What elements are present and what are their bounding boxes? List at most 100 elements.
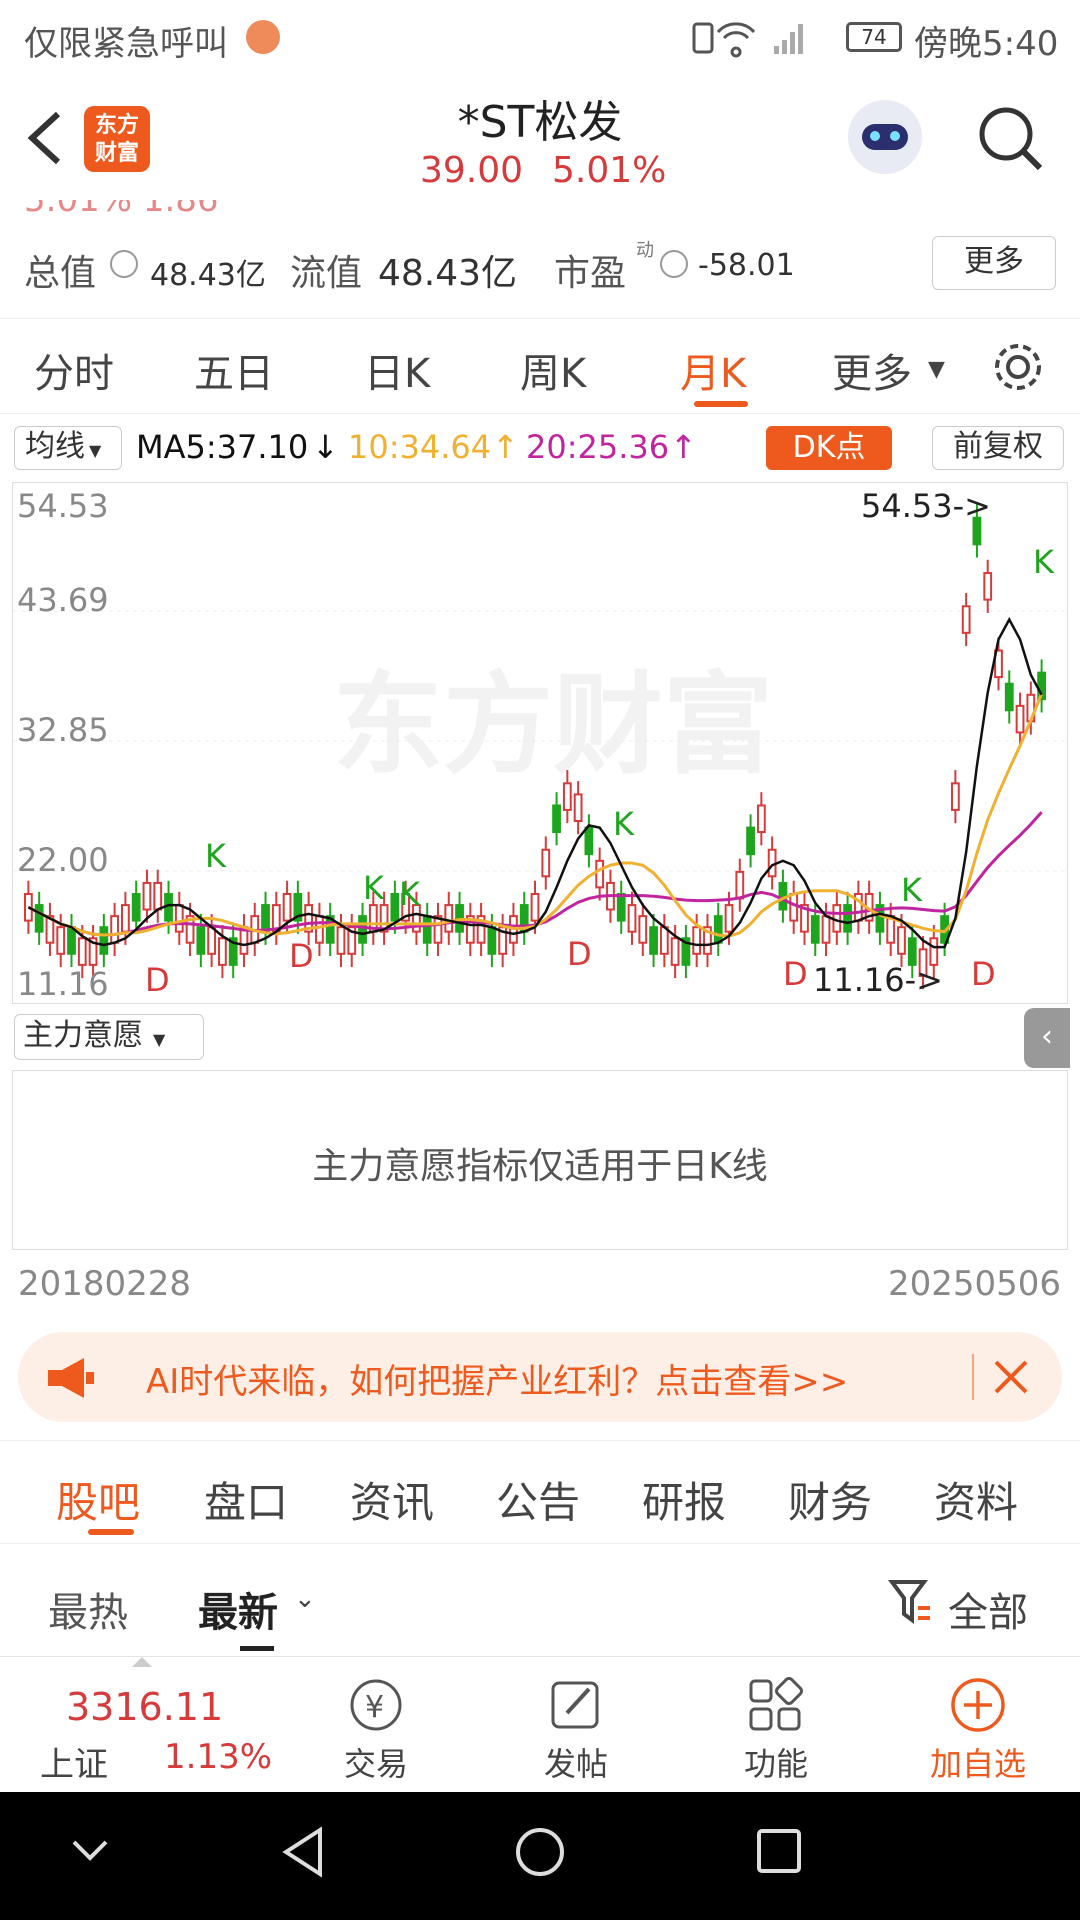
tab-more[interactable]: 更多 [832, 341, 912, 399]
candle [131, 893, 141, 922]
chart-controls: 均线 ▼ MA5:37.10 ↓ 10:34.64 ↑ 20:25.36 ↑ DK… [0, 420, 1080, 480]
stock-change-pct: 5.01% [552, 150, 667, 191]
logo-line2: 财富 [94, 141, 139, 166]
gear-icon[interactable] [990, 339, 1046, 395]
chevron-down-icon[interactable] [70, 1836, 110, 1866]
carrier-text: 仅限紧急呼叫 [24, 24, 228, 64]
add-watchlist-button[interactable]: 加自选 [878, 1657, 1078, 1793]
candle [746, 826, 755, 856]
filter-icon[interactable] [888, 1578, 934, 1626]
tab-finance[interactable]: 财务 [788, 1469, 872, 1530]
candle [282, 893, 292, 922]
home-circle-icon[interactable] [512, 1824, 568, 1880]
tab-day-k[interactable]: 日K [364, 341, 430, 399]
pe-value: -58.01 [698, 248, 795, 283]
tab-profile[interactable]: 资料 [934, 1469, 1018, 1530]
candle [56, 926, 66, 955]
tab-week-k[interactable]: 周K [520, 341, 586, 399]
candle [810, 915, 820, 944]
robot-assistant-icon[interactable] [848, 100, 922, 174]
tab-month-k[interactable]: 月K [680, 341, 746, 399]
edit-icon [551, 1681, 599, 1729]
candle [616, 893, 626, 922]
tab-news[interactable]: 资讯 [350, 1469, 434, 1530]
candle [121, 904, 130, 933]
ma5-value: MA5:37.10 [136, 428, 309, 466]
add-watchlist-label: 加自选 [929, 1745, 1026, 1783]
post-button[interactable]: 发帖 [476, 1657, 676, 1793]
ma-select-label: 均线 [25, 429, 85, 464]
functions-button[interactable]: 功能 [676, 1657, 876, 1793]
x-start-date: 20180228 [18, 1264, 192, 1304]
add-circle-icon [951, 1678, 1005, 1732]
caret-down-icon: ▼ [928, 357, 945, 382]
banner-text: AI时代来临，如何把握产业红利？点击查看>> [146, 1362, 849, 1402]
svg-text:¥: ¥ [365, 1690, 384, 1725]
tab-five-day[interactable]: 五日 [194, 341, 274, 399]
y-tick-label: 43.69 [17, 581, 109, 619]
kline-chart[interactable]: 东方财富 54.53 43.69 32.85 22.00 11.16 54.53… [12, 482, 1068, 1004]
x-end-date: 20250506 [888, 1264, 1062, 1304]
sort-hot[interactable]: 最热 [48, 1580, 128, 1638]
adjust-price-button[interactable]: 前复权 [932, 426, 1064, 470]
app-logo[interactable]: 东方 财富 [84, 106, 150, 172]
sort-latest[interactable]: 最新 [198, 1580, 278, 1638]
ma-select[interactable]: 均线 ▼ [14, 426, 122, 470]
candle [573, 793, 583, 822]
tab-quotes[interactable]: 盘口 [204, 1469, 288, 1530]
caret-down-icon: ▼ [89, 441, 102, 460]
candle [897, 926, 906, 955]
recents-square-icon[interactable] [754, 1826, 804, 1876]
post-label: 发帖 [543, 1745, 608, 1783]
close-icon[interactable] [992, 1358, 1030, 1396]
chevron-down-icon: ⌄ [294, 1584, 316, 1614]
candle [1015, 704, 1025, 734]
y-tick-label: 11.16 [17, 965, 109, 1003]
tab-minute[interactable]: 分时 [34, 341, 114, 399]
k-mark: K [399, 875, 421, 913]
candle [358, 915, 367, 944]
candle [444, 904, 454, 933]
stock-info-bar: 5.01% 1.86 总值 48.43亿 流值 48.43亿 市盈 动 -58.… [0, 200, 1080, 312]
d-mark: D [289, 937, 314, 975]
pe-info-icon[interactable] [660, 250, 688, 278]
expand-arrow-icon [132, 1657, 152, 1667]
ma10-value: 10:34.64 [348, 428, 492, 466]
ma5-arrow: ↓ [312, 428, 339, 466]
d-mark: D [145, 961, 170, 999]
index-name[interactable]: 上证 [40, 1737, 108, 1786]
clock: 傍晚5:40 [914, 24, 1059, 64]
promo-banner[interactable]: AI时代来临，如何把握产业红利？点击查看>> [18, 1332, 1062, 1422]
candle [315, 915, 324, 944]
tab-forum[interactable]: 股吧 [56, 1469, 140, 1530]
megaphone-icon [48, 1358, 94, 1398]
k-mark: K [363, 869, 385, 907]
indicator-select[interactable]: 主力意愿 ▼ [14, 1014, 204, 1060]
search-icon[interactable] [976, 104, 1046, 174]
app-notification-icon [246, 20, 280, 54]
stock-header: 东方 财富 *ST松发 39.00 5.01% [0, 78, 1080, 208]
back-triangle-icon[interactable] [278, 1824, 328, 1880]
candle [541, 848, 551, 878]
filter-label[interactable]: 全部 [948, 1580, 1028, 1638]
collapse-panel-icon[interactable]: ‹ [1024, 1008, 1070, 1068]
candle [552, 804, 561, 834]
more-info-button[interactable]: 更多 [932, 236, 1056, 290]
grid-apps-icon [749, 1677, 803, 1731]
candle [983, 572, 993, 601]
info-icon[interactable] [110, 250, 138, 278]
d-mark: D [971, 955, 996, 993]
trade-button[interactable]: ¥ 交易 [276, 1657, 476, 1793]
index-pct[interactable]: 1.13% [164, 1737, 272, 1777]
index-value[interactable]: 3316.11 [66, 1685, 223, 1729]
kline-svg[interactable]: 东方财富 54.53 43.69 32.85 22.00 11.16 54.53… [13, 483, 1067, 1003]
back-arrow-icon[interactable] [20, 108, 70, 168]
candle [595, 859, 605, 889]
candle [487, 926, 497, 955]
candle [174, 904, 184, 933]
tab-announcements[interactable]: 公告 [496, 1469, 580, 1530]
sort-bar: 最热 最新 ⌄ 全部 [0, 1548, 1080, 1658]
dk-point-button[interactable]: DK点 [766, 426, 892, 470]
k-mark: K [901, 871, 923, 909]
tab-research[interactable]: 研报 [642, 1469, 726, 1530]
